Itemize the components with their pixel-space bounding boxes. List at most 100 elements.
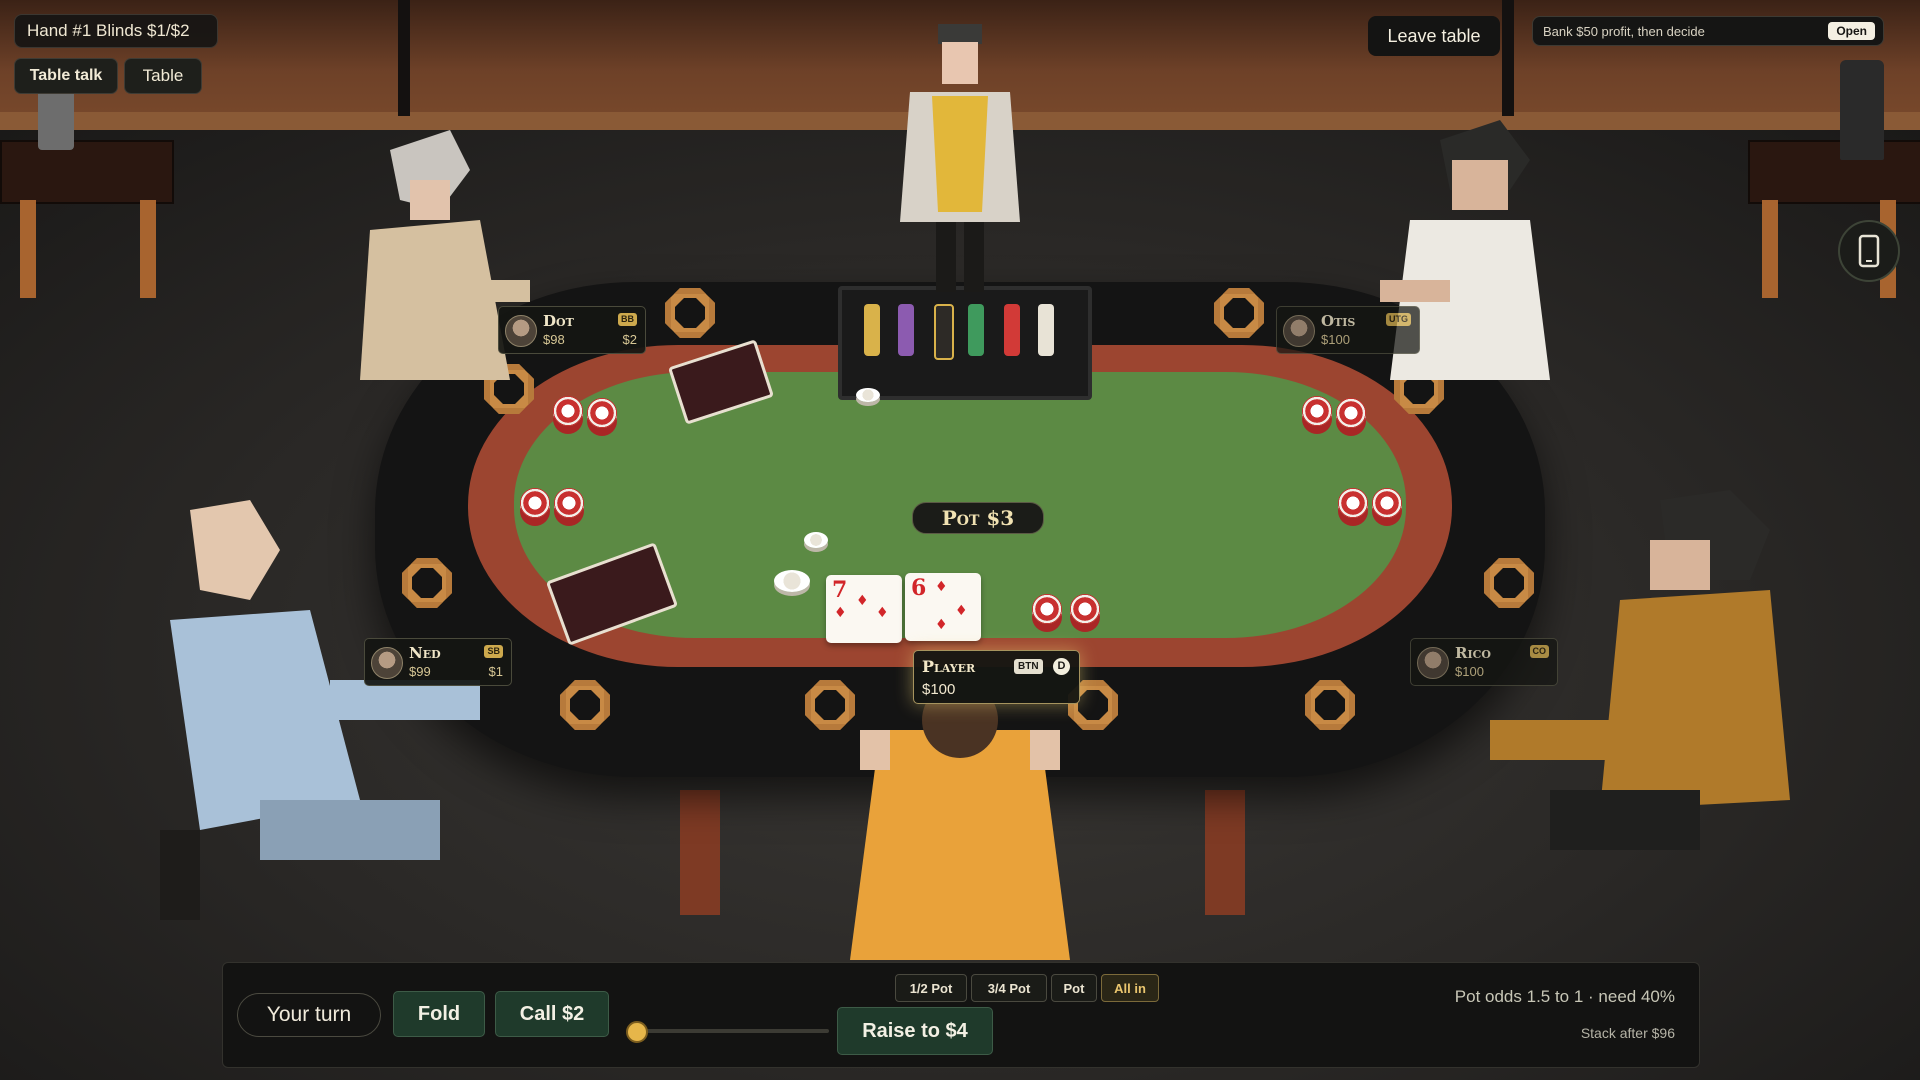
position-badge: BB	[618, 313, 637, 326]
fold-button[interactable]: Fold	[393, 991, 485, 1037]
seat-stack: $98	[543, 332, 565, 347]
open-button[interactable]: Open	[1828, 22, 1875, 40]
position-badge: CO	[1529, 645, 1549, 658]
turn-indicator: Your turn	[237, 993, 381, 1037]
wall-post	[398, 0, 410, 116]
leave-table-label: Leave table	[1387, 25, 1481, 46]
call-button[interactable]: Call $2	[495, 991, 609, 1037]
ned-figure	[160, 500, 480, 920]
raise-slider-track[interactable]	[635, 1029, 829, 1033]
raise-slider-handle[interactable]	[626, 1021, 648, 1043]
chip-stack	[1336, 398, 1366, 428]
side-table-leg	[20, 200, 36, 298]
all-in-button[interactable]: All in	[1101, 974, 1159, 1002]
side-table-right	[1748, 140, 1920, 204]
card-suit: ♦	[935, 617, 948, 633]
wall-post	[1502, 0, 1514, 116]
dealer-button-marker: D	[1053, 658, 1070, 675]
leave-table-button[interactable]: Leave table	[1368, 16, 1500, 56]
seat-name: Ned	[409, 644, 441, 662]
card-suit: ♦	[856, 593, 869, 609]
dealer-figure	[900, 24, 1020, 292]
chip-stack	[554, 488, 584, 518]
seat-ned[interactable]: Ned SB $99 $1	[364, 638, 512, 686]
table-talk-label: Table talk	[29, 67, 103, 84]
seat-rico[interactable]: Rico CO $100	[1410, 638, 1558, 686]
seat-bet: $2	[622, 332, 637, 347]
pot-label: Pot $3	[912, 502, 1044, 534]
table-button[interactable]: Table	[124, 58, 202, 94]
hand-info: Hand #1 Blinds $1/$2	[14, 14, 218, 48]
lamp-left	[38, 90, 74, 150]
action-bar: Your turn Fold Call $2 1/2 Pot 3/4 Pot P…	[222, 962, 1700, 1068]
position-badge: UTG	[1386, 313, 1411, 326]
chip-stack	[587, 398, 617, 428]
pot-button[interactable]: Pot	[1051, 974, 1097, 1002]
seat-dot[interactable]: Dot BB $98 $2	[498, 306, 646, 354]
chip-stack	[1338, 488, 1368, 518]
phone-icon	[1858, 234, 1880, 268]
seat-name: Rico	[1455, 644, 1491, 662]
tray-chip-stack	[968, 304, 984, 356]
card-suit: ♦	[935, 579, 948, 595]
half-pot-button[interactable]: 1/2 Pot	[895, 974, 967, 1002]
preset-label: 1/2 Pot	[909, 980, 953, 996]
card-rank: 6	[911, 575, 927, 601]
hole-card: 6 ♦ ♦ ♦	[905, 573, 981, 641]
lamp-right	[1840, 60, 1884, 160]
cup-holder	[1305, 680, 1355, 730]
tray-chip-stack	[1004, 304, 1020, 356]
position-badge: SB	[484, 645, 503, 658]
bank-profit-prompt: Bank $50 profit, then decide Open	[1532, 16, 1884, 46]
seat-otis[interactable]: Otis UTG $100	[1276, 306, 1420, 354]
pot-chip	[804, 532, 828, 548]
chip-stack	[1302, 396, 1332, 426]
stack-after-text: Stack after $96	[1580, 1025, 1675, 1041]
preset-label: 3/4 Pot	[987, 980, 1031, 996]
side-table-leg	[1762, 200, 1778, 298]
seat-player[interactable]: Player BTN D $100	[913, 650, 1080, 704]
hole-card: 7 ♦ ♦ ♦	[826, 575, 902, 643]
table-talk-button[interactable]: Table talk	[14, 58, 118, 94]
seat-name: Dot	[543, 312, 574, 330]
raise-label: Raise to $4	[862, 1019, 968, 1042]
chip-stack	[1070, 594, 1100, 624]
table-leg	[680, 790, 720, 915]
preset-label: Pot	[1063, 980, 1085, 996]
phone-button[interactable]	[1838, 220, 1900, 282]
card-suit: ♦	[955, 603, 968, 619]
chip-stack	[553, 396, 583, 426]
chip-stack	[520, 488, 550, 518]
avatar	[371, 647, 403, 679]
seat-stack: $100	[922, 681, 956, 698]
dealer-chip	[856, 388, 880, 402]
position-badge: BTN	[1014, 659, 1043, 674]
call-label: Call $2	[519, 1002, 585, 1025]
side-table-leg	[140, 200, 156, 298]
raise-button[interactable]: Raise to $4	[837, 1007, 993, 1055]
side-table-left	[0, 140, 174, 204]
avatar	[1417, 647, 1449, 679]
tray-chip-stack	[1038, 304, 1054, 356]
pot-amount: Pot $3	[941, 506, 1015, 530]
pot-chip	[774, 570, 810, 592]
tray-chip-stack	[934, 304, 954, 360]
game-scene: 7 ♦ ♦ ♦ 6 ♦ ♦ ♦	[0, 0, 1920, 1080]
chip-tray	[838, 286, 1092, 400]
card-rank: 7	[832, 577, 848, 603]
open-label: Open	[1836, 24, 1867, 38]
preset-label: All in	[1114, 980, 1146, 996]
avatar	[505, 315, 537, 347]
chip-stack	[1032, 594, 1062, 624]
three-quarter-pot-button[interactable]: 3/4 Pot	[971, 974, 1047, 1002]
table-leg	[1205, 790, 1245, 915]
seat-stack: $100	[1321, 332, 1350, 347]
cup-holder	[1214, 288, 1264, 338]
bank-profit-text: Bank $50 profit, then decide	[1543, 23, 1705, 39]
seat-name: Otis	[1321, 312, 1356, 330]
cup-holder	[560, 680, 610, 730]
table-label: Table	[142, 66, 184, 85]
seat-stack: $99	[409, 664, 431, 679]
tray-chip-stack	[864, 304, 880, 356]
chip-stack	[1372, 488, 1402, 518]
